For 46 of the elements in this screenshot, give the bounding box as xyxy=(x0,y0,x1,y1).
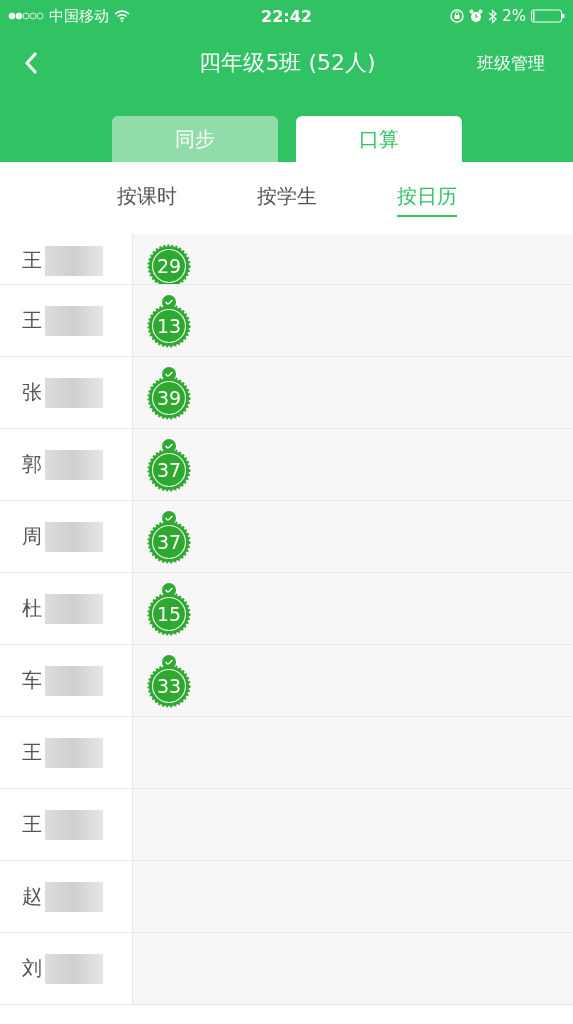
wifi-icon xyxy=(114,10,130,22)
status-time: 22:42 xyxy=(261,6,312,26)
view-tab[interactable]: 按课时 xyxy=(116,179,177,217)
score-count: 39 xyxy=(155,387,183,408)
carrier-name: 中国移动 xyxy=(49,6,109,26)
blurred-name xyxy=(45,521,103,552)
signal-icon xyxy=(8,12,44,20)
tab[interactable]: 口算 xyxy=(295,116,462,162)
blurred-name xyxy=(45,449,103,480)
student-surname: 刘 xyxy=(22,955,42,982)
student-surname: 王 xyxy=(22,739,42,766)
blurred-name xyxy=(45,881,103,912)
score-count: 29 xyxy=(155,255,183,276)
student-surname: 王 xyxy=(22,247,42,274)
view-tab[interactable]: 按学生 xyxy=(256,179,317,217)
tab[interactable]: 同步 xyxy=(111,116,278,162)
student-surname: 张 xyxy=(22,379,42,406)
battery-icon xyxy=(531,9,565,23)
view-tab[interactable]: 按日历 xyxy=(396,179,457,217)
student-surname: 王 xyxy=(22,307,42,334)
student-surname: 赵 xyxy=(22,883,42,910)
rotation-lock-icon xyxy=(450,9,465,23)
score-count: 37 xyxy=(155,531,183,552)
alarm-icon xyxy=(469,9,484,23)
blurred-name xyxy=(45,737,103,768)
blurred-name xyxy=(45,245,103,276)
blurred-name xyxy=(45,305,103,336)
bluetooth-icon xyxy=(488,8,498,24)
class-management-link[interactable]: 班级管理 xyxy=(477,51,545,75)
back-icon[interactable] xyxy=(24,51,38,75)
student-surname: 王 xyxy=(22,811,42,838)
score-count: 15 xyxy=(155,603,183,624)
blurred-name xyxy=(45,953,103,984)
score-count: 33 xyxy=(155,675,183,696)
student-surname: 周 xyxy=(22,523,42,550)
blurred-name xyxy=(45,809,103,840)
page-title: 四年级5班 (52人) xyxy=(198,49,376,77)
blurred-name xyxy=(45,377,103,408)
blurred-name xyxy=(45,665,103,696)
score-count: 37 xyxy=(155,459,183,480)
student-surname: 车 xyxy=(22,667,42,694)
score-count: 13 xyxy=(155,315,183,336)
blurred-name xyxy=(45,593,103,624)
student-surname: 郭 xyxy=(22,451,42,478)
student-surname: 杜 xyxy=(22,595,42,622)
battery-percent: 2% xyxy=(502,7,526,25)
